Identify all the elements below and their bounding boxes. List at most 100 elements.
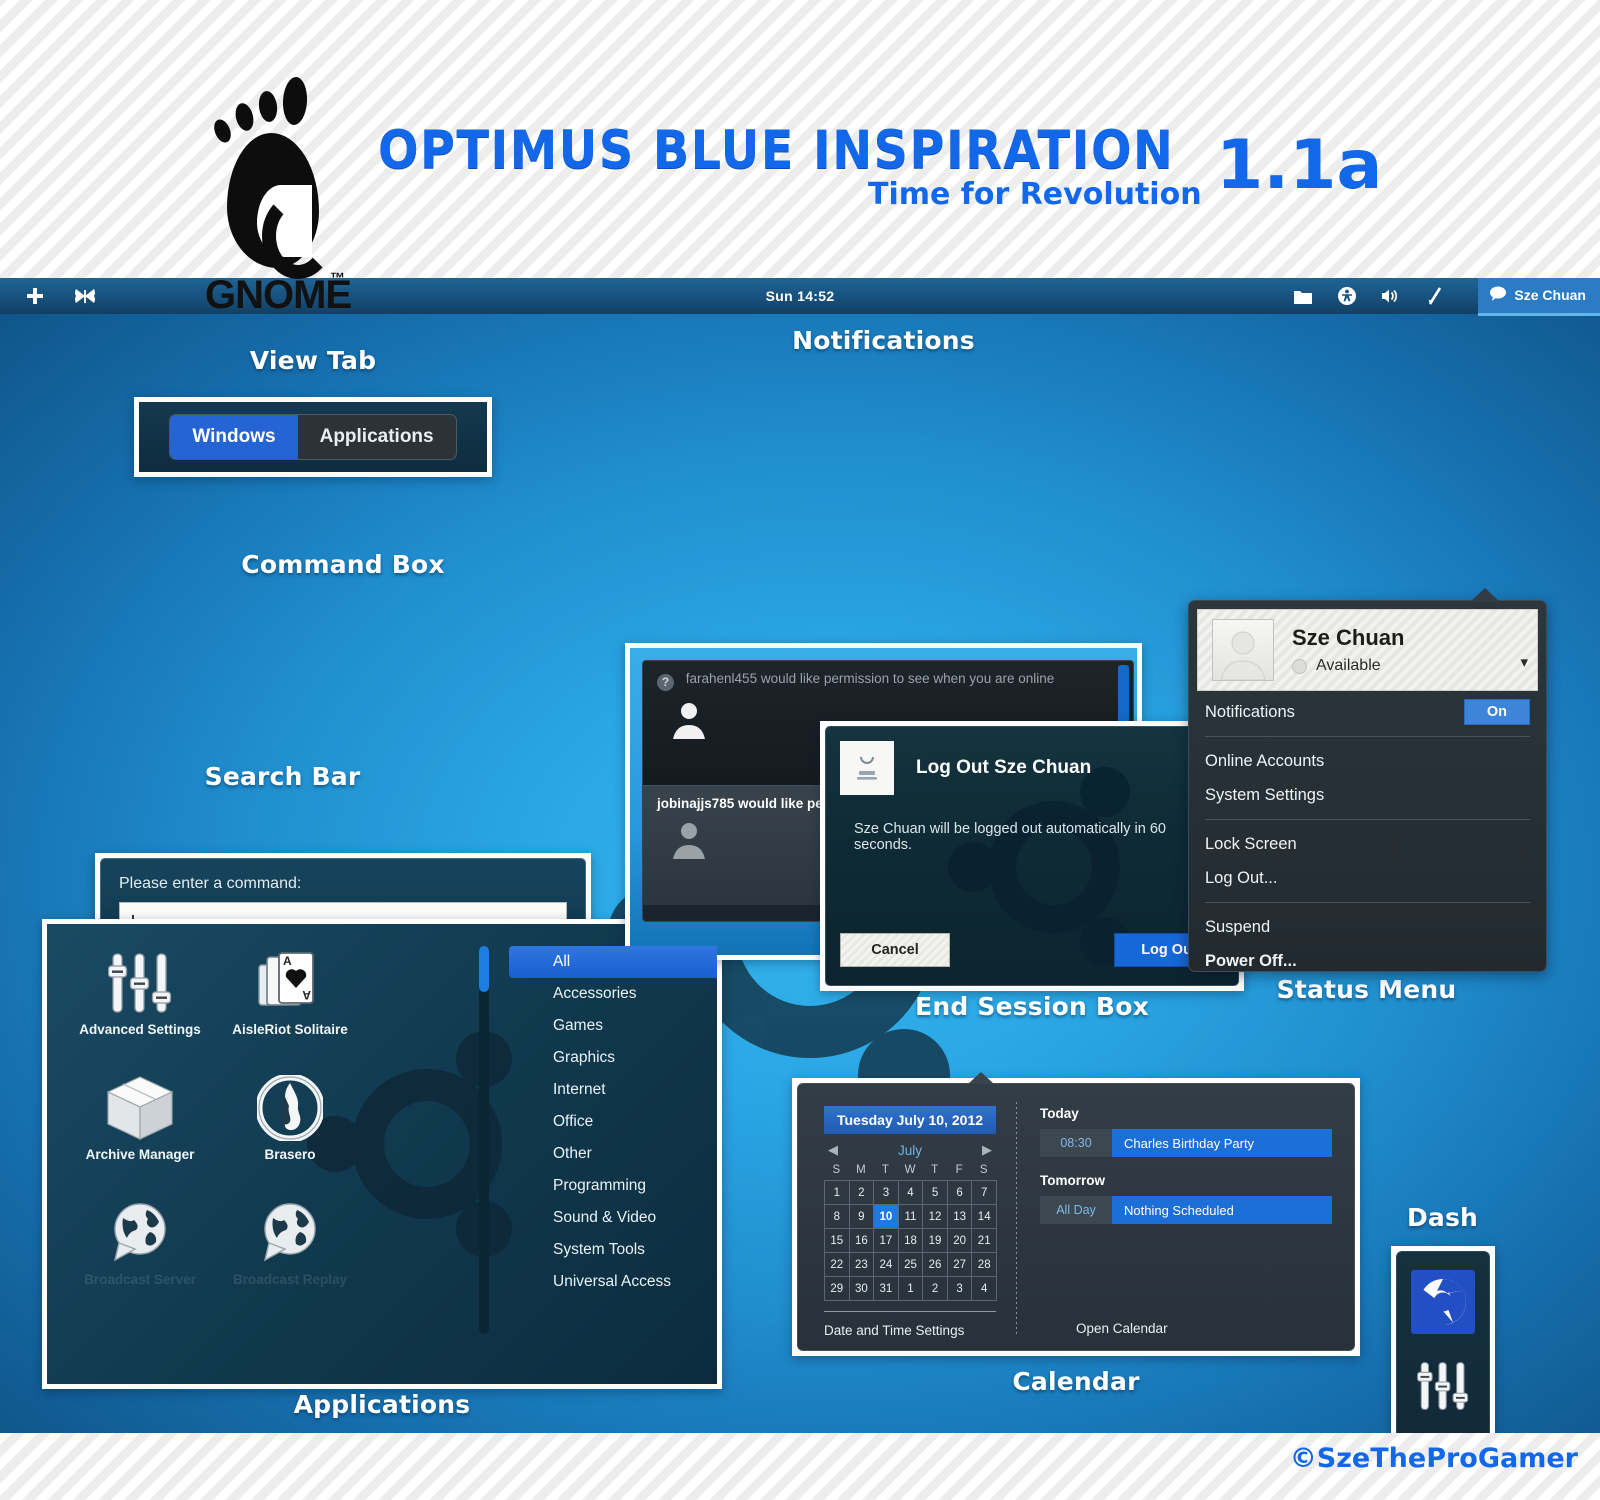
calendar-day[interactable]: 9 (849, 1205, 875, 1229)
status-menu-item-suspend[interactable]: Suspend (1189, 910, 1546, 944)
calendar-day[interactable]: 31 (874, 1277, 899, 1301)
sliders-icon[interactable] (1411, 1354, 1475, 1418)
bluetooth-pen-icon[interactable] (1424, 285, 1446, 307)
author-watermark: ©SzeTheProGamer (1289, 1443, 1578, 1474)
calendar-day[interactable]: 8 (825, 1205, 850, 1229)
panel-user-menu[interactable]: Sze Chuan (1478, 278, 1600, 316)
status-menu-item-system-settings[interactable]: System Settings (1189, 778, 1546, 812)
calendar-day[interactable]: 26 (923, 1253, 948, 1277)
activities-plus-icon[interactable] (24, 285, 46, 307)
accessibility-icon[interactable] (1336, 285, 1358, 307)
question-mark-icon: ? (657, 674, 674, 691)
calendar-day[interactable]: 22 (825, 1253, 850, 1277)
logout-user-icon (840, 741, 894, 795)
status-menu-item-lock-screen[interactable]: Lock Screen (1189, 827, 1546, 861)
status-menu-user-name: Sze Chuan (1292, 625, 1405, 650)
calendar-day-initials: S M T W T F S (824, 1164, 996, 1176)
end-session-label: End Session Box (915, 992, 1149, 1021)
calendar-day[interactable]: 16 (849, 1229, 875, 1253)
app-advanced-settings[interactable]: Advanced Settings (65, 946, 215, 1071)
calendar-day[interactable]: 20 (947, 1229, 973, 1253)
status-menu-item-online-accounts[interactable]: Online Accounts (1189, 744, 1546, 778)
globe-chat-icon (259, 1196, 321, 1270)
applications-panel: Advanced Settings A A AisleRiot Solitair… (42, 919, 722, 1389)
calendar-day[interactable]: 3 (947, 1277, 973, 1301)
app-brasero[interactable]: Brasero (215, 1071, 365, 1196)
cancel-button[interactable]: Cancel (840, 933, 950, 967)
calendar-day[interactable]: 6 (947, 1181, 973, 1205)
view-tab-switcher: Windows Applications (169, 414, 457, 460)
tab-windows[interactable]: Windows (170, 415, 298, 459)
app-broadcast-server[interactable]: Broadcast Server (65, 1196, 215, 1321)
applications-scrollbar[interactable] (479, 946, 489, 1334)
calendar-day[interactable]: 18 (898, 1229, 924, 1253)
calendar-day[interactable]: 2 (923, 1277, 948, 1301)
calendar-day[interactable]: 1 (898, 1277, 924, 1301)
category-games[interactable]: Games (509, 1010, 717, 1042)
calendar-day[interactable]: 19 (923, 1229, 948, 1253)
calendar-day[interactable]: 30 (849, 1277, 875, 1301)
calendar-day[interactable]: 11 (898, 1205, 924, 1229)
status-menu-item-log-out[interactable]: Log Out... (1189, 861, 1546, 895)
calendar-day[interactable]: 12 (923, 1205, 948, 1229)
calendar-day[interactable]: 27 (947, 1253, 973, 1277)
calendar-day[interactable]: 29 (825, 1277, 850, 1301)
calendar-day[interactable]: 17 (874, 1229, 899, 1253)
calendar-day[interactable]: 14 (972, 1205, 997, 1229)
calendar-event-today[interactable]: 08:30 Charles Birthday Party (1040, 1129, 1332, 1157)
calendar-day[interactable]: 21 (972, 1229, 997, 1253)
desktop-area: Sun 14:52 Sze Chuan View Tab Windows App… (0, 278, 1600, 1433)
category-system-tools[interactable]: System Tools (509, 1234, 717, 1266)
calendar-event-tomorrow[interactable]: All Day Nothing Scheduled (1040, 1196, 1332, 1224)
volume-icon[interactable] (1380, 285, 1402, 307)
calendar-day[interactable]: 2 (849, 1181, 875, 1205)
calendar-day[interactable]: 7 (972, 1181, 997, 1205)
calendar-day[interactable]: 28 (972, 1253, 997, 1277)
tab-applications[interactable]: Applications (298, 415, 456, 459)
chromium-icon[interactable] (1411, 1270, 1475, 1334)
status-menu-item-power-off[interactable]: Power Off... (1189, 944, 1546, 978)
presence-label[interactable]: Available (1316, 657, 1381, 675)
calendar-day[interactable]: 4 (972, 1277, 997, 1301)
category-accessories[interactable]: Accessories (509, 978, 717, 1010)
panel-clock[interactable]: Sun 14:52 (766, 288, 835, 304)
calendar-day[interactable]: 23 (849, 1253, 875, 1277)
workspace-butterfly-icon[interactable] (74, 285, 96, 307)
app-broadcast-replay[interactable]: Broadcast Replay (215, 1196, 365, 1321)
app-archive-manager[interactable]: Archive Manager (65, 1071, 215, 1196)
calendar-day[interactable]: 24 (874, 1253, 899, 1277)
calendar-day[interactable]: 4 (898, 1181, 924, 1205)
calendar-day[interactable]: 1 (825, 1181, 850, 1205)
event-time: 08:30 (1040, 1129, 1112, 1157)
status-menu-item-notifications[interactable]: Notifications On (1189, 695, 1546, 729)
svg-text:A: A (283, 954, 292, 968)
category-programming[interactable]: Programming (509, 1170, 717, 1202)
open-calendar-link[interactable]: Open Calendar (1076, 1321, 1168, 1336)
calendar-day[interactable]: 15 (825, 1229, 850, 1253)
calendar-day[interactable]: 3 (874, 1181, 899, 1205)
dow: M (856, 1164, 866, 1176)
date-time-settings-link[interactable]: Date and Time Settings (824, 1323, 1010, 1338)
calendar-day[interactable]: 13 (947, 1205, 973, 1229)
folder-icon[interactable] (1292, 285, 1314, 307)
chevron-right-icon[interactable]: ▶ (982, 1142, 992, 1158)
app-label: Archive Manager (85, 1147, 195, 1162)
category-sound-video[interactable]: Sound & Video (509, 1202, 717, 1234)
calendar-day[interactable]: 25 (898, 1253, 924, 1277)
category-internet[interactable]: Internet (509, 1074, 717, 1106)
chevron-left-icon[interactable]: ◀ (828, 1142, 838, 1158)
dialog-title: Log Out Sze Chuan (916, 757, 1092, 778)
notification-message: farahenl455 would like permission to see… (685, 671, 1055, 686)
calendar-month-label: July (897, 1142, 922, 1158)
category-office[interactable]: Office (509, 1106, 717, 1138)
command-prompt-label: Please enter a command: (119, 875, 302, 892)
app-aisleriot-solitaire[interactable]: A A AisleRiot Solitaire (215, 946, 365, 1071)
category-other[interactable]: Other (509, 1138, 717, 1170)
category-universal-access[interactable]: Universal Access (509, 1266, 717, 1298)
chevron-down-icon[interactable]: ▾ (1520, 653, 1528, 671)
category-all[interactable]: All (509, 946, 717, 978)
calendar-day[interactable]: 5 (923, 1181, 948, 1205)
calendar-day-selected[interactable]: 10 (874, 1205, 899, 1229)
category-graphics[interactable]: Graphics (509, 1042, 717, 1074)
notifications-toggle[interactable]: On (1463, 699, 1530, 725)
